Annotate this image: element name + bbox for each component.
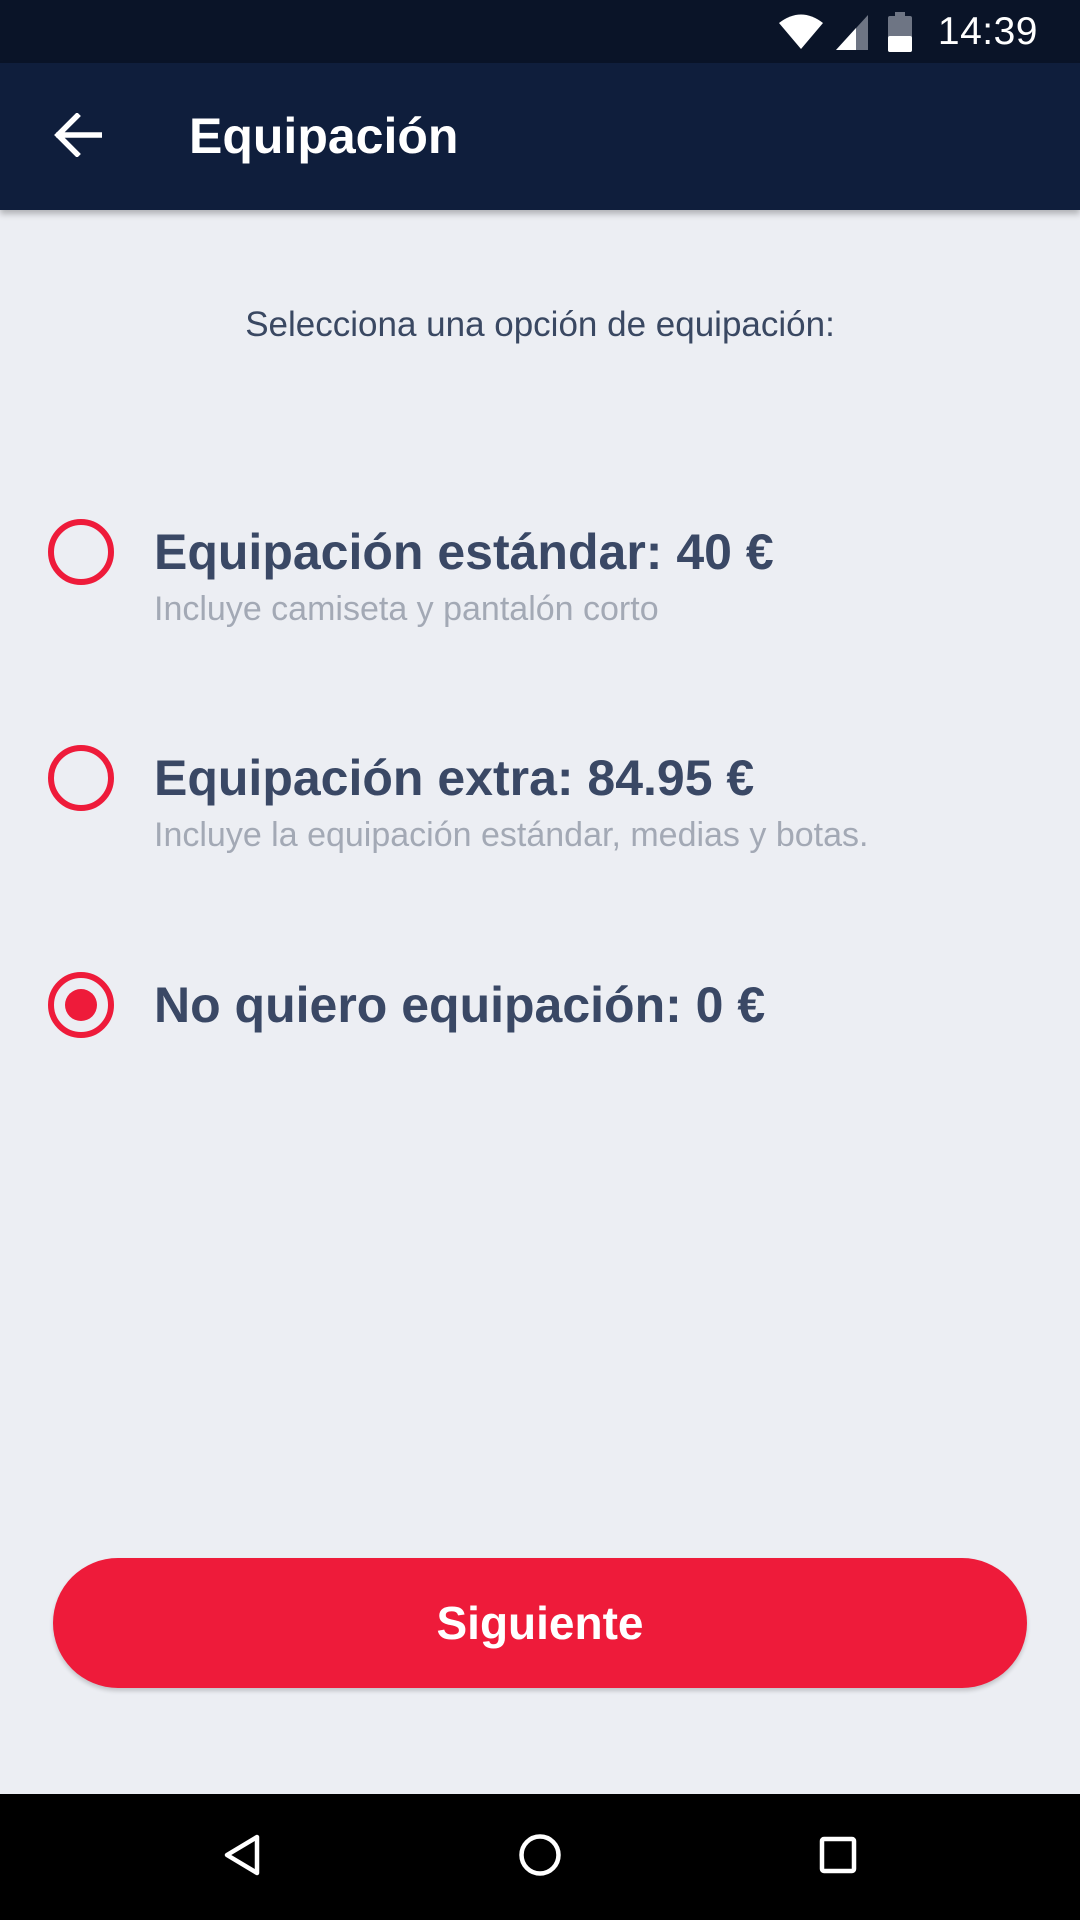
status-icons: 14:39 bbox=[778, 0, 1038, 63]
battery-icon bbox=[887, 11, 912, 52]
nav-back-button[interactable] bbox=[202, 1817, 282, 1897]
home-circle-icon bbox=[518, 1833, 562, 1882]
option-description: Incluye camiseta y pantalón corto bbox=[154, 590, 659, 628]
next-button[interactable]: Siguiente bbox=[53, 1558, 1027, 1688]
radio-extra-kit[interactable] bbox=[48, 745, 114, 811]
radio-no-kit[interactable] bbox=[48, 972, 114, 1038]
status-time: 14:39 bbox=[937, 9, 1038, 53]
status-bar: 14:39 bbox=[0, 0, 1080, 63]
selection-prompt: Selecciona una opción de equipación: bbox=[245, 305, 835, 344]
system-nav-bar bbox=[0, 1794, 1080, 1920]
cell-signal-icon bbox=[834, 13, 870, 51]
toolbar: Equipación bbox=[0, 63, 1080, 210]
option-title: Equipación estándar: 40 € bbox=[154, 524, 774, 580]
radio-standard-kit[interactable] bbox=[48, 519, 114, 585]
page-title: Equipación bbox=[189, 108, 459, 164]
option-title: Equipación extra: 84.95 € bbox=[154, 750, 755, 806]
recents-square-icon bbox=[818, 1835, 858, 1880]
option-title: No quiero equipación: 0 € bbox=[154, 977, 766, 1033]
nav-home-button[interactable] bbox=[500, 1817, 580, 1897]
wifi-icon bbox=[778, 14, 824, 50]
arrow-back-icon bbox=[54, 111, 103, 162]
back-triangle-icon bbox=[222, 1833, 262, 1882]
screen: 14:39 Equipación Selecciona una opción d… bbox=[0, 0, 1080, 1920]
option-description: Incluye la equipación estándar, medias y… bbox=[154, 816, 869, 854]
back-button[interactable] bbox=[36, 95, 120, 179]
nav-recents-button[interactable] bbox=[798, 1817, 878, 1897]
